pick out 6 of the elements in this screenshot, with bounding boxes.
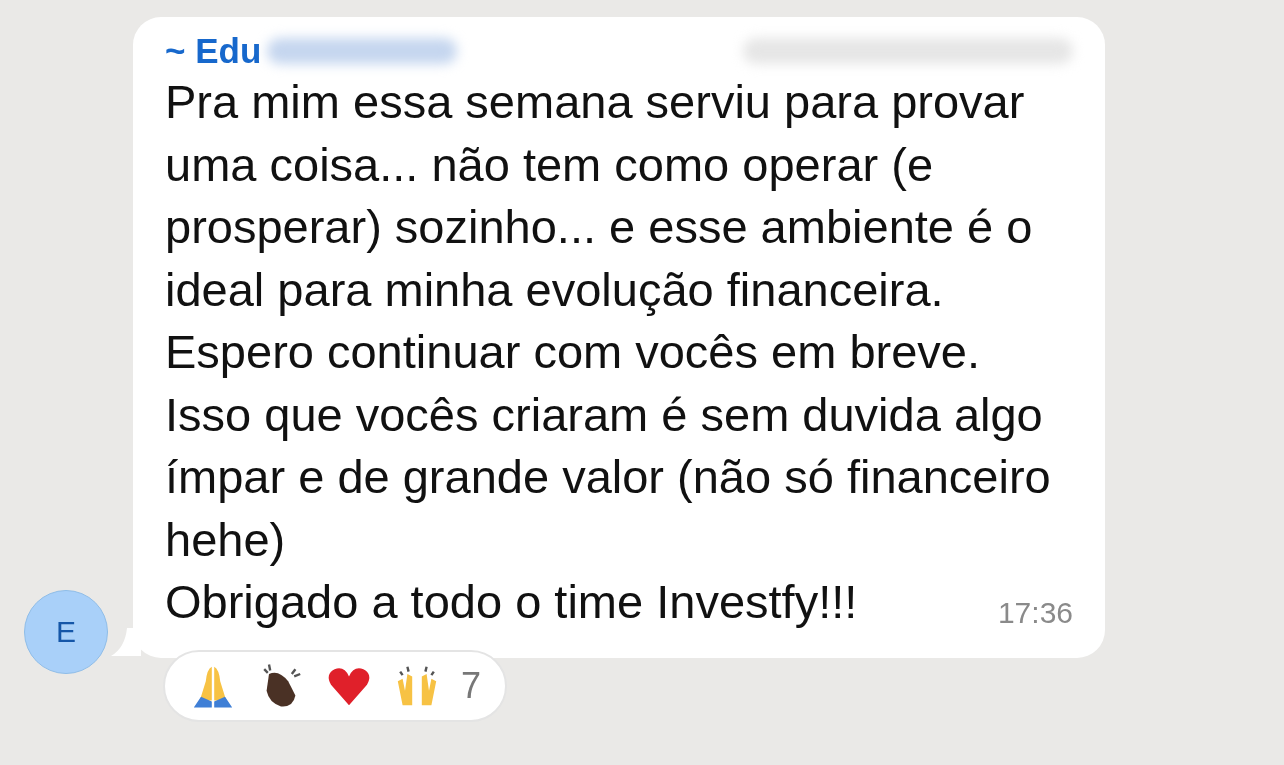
- message-text: Pra mim essa semana serviu para provar uma coisa... não tem como operar (e prosperar) sozinho... e esse ambiente é o ideal para minha evolução financeira. Espero continuar com vocês em breve. Isso que vocês criaram é sem duvida algo ímpar e de grande valor (não só financeiro hehe): [165, 74, 1051, 568]
- sender-name[interactable]: ~ Edu: [165, 31, 262, 71]
- message-text: Obrigado a todo o time Investfy!!!: [165, 574, 858, 630]
- message-time: 17:36: [997, 595, 1073, 630]
- reactions-pill[interactable]: 7: [163, 649, 508, 722]
- avatar[interactable]: E: [24, 590, 108, 674]
